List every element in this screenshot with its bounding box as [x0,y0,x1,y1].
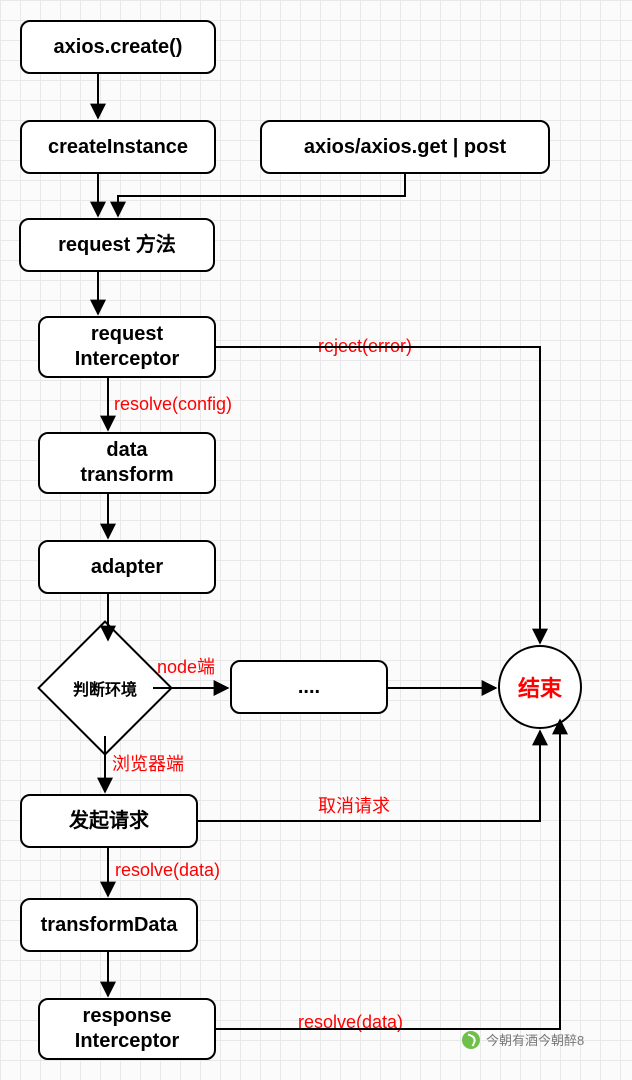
edge-label-reject-error: reject(error) [318,336,412,357]
node-label: data transform [80,438,173,488]
edge-label-resolve-data-2: resolve(data) [298,1012,403,1033]
node-label: response Interceptor [75,1004,179,1054]
node-axios-get-post: axios/axios.get | post [260,120,550,174]
node-label: 判断环境 [73,676,137,700]
edge-label-node-side: node端 [157,653,215,679]
wechat-icon [462,1031,480,1049]
node-end: 结束 [498,645,582,729]
node-ellipsis: .... [230,660,388,714]
node-data-transform: data transform [38,432,216,494]
edge-label-resolve-data-1: resolve(data) [115,860,220,881]
node-label: 发起请求 [69,809,149,834]
node-send-request: 发起请求 [20,794,198,848]
node-transform-data: transformData [20,898,198,952]
node-adapter: adapter [38,540,216,594]
watermark-text: 今朝有酒今朝醉8 [486,1030,584,1049]
edge-label-browser-side: 浏览器端 [112,750,184,776]
node-label: axios/axios.get | post [304,135,506,160]
node-label: adapter [91,555,163,580]
node-request-interceptor: request Interceptor [38,316,216,378]
node-request-method: request 方法 [19,218,215,272]
node-label: 结束 [518,671,562,703]
node-label: createInstance [48,135,188,160]
node-decision-env: 判断环境 [57,640,153,736]
node-label: transformData [41,913,178,938]
edge-label-resolve-config: resolve(config) [114,394,232,415]
edge-label-cancel-request: 取消请求 [318,792,390,818]
node-axios-create: axios.create() [20,20,216,74]
watermark-wechat: 今朝有酒今朝醉8 [462,1030,584,1049]
node-create-instance: createInstance [20,120,216,174]
node-label: request 方法 [58,233,176,258]
node-label: .... [298,675,320,700]
node-label: request Interceptor [75,322,179,372]
node-label: axios.create() [54,35,183,60]
node-response-interceptor: response Interceptor [38,998,216,1060]
